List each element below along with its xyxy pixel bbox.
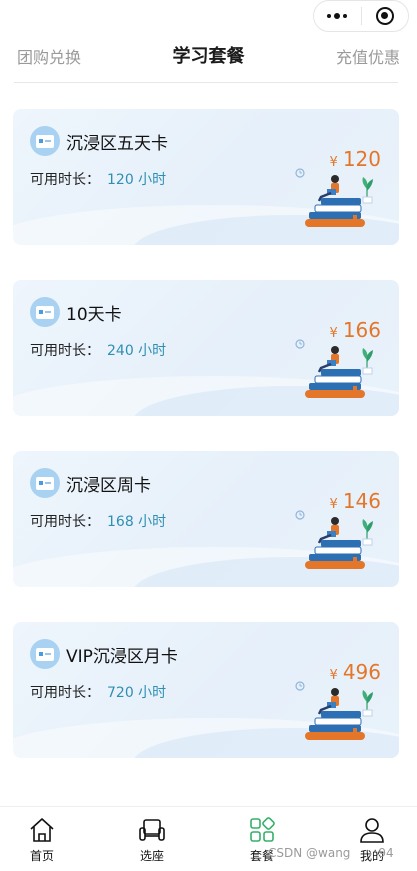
watermark-text: CSDN @wang bbox=[268, 846, 351, 860]
card-icon bbox=[30, 126, 60, 156]
close-miniprogram-button[interactable] bbox=[362, 1, 409, 31]
student-reading-illustration bbox=[295, 510, 373, 569]
duration-value: 240 小时 bbox=[107, 343, 167, 359]
home-icon bbox=[30, 818, 54, 842]
package-card[interactable]: VIP沉浸区月卡 可用时长： 720 小时 ¥ 496 bbox=[13, 622, 399, 758]
tab-seat[interactable]: 选座 bbox=[112, 815, 192, 864]
student-reading-illustration bbox=[295, 681, 373, 740]
header-divider bbox=[14, 82, 398, 83]
package-card[interactable]: 10天卡 可用时长： 240 小时 ¥ 166 bbox=[13, 280, 399, 416]
tab-recharge-offers[interactable]: 充值优惠 bbox=[336, 44, 400, 68]
package-name: VIP沉浸区月卡 bbox=[66, 647, 178, 667]
student-reading-illustration bbox=[295, 168, 373, 227]
duration-value: 168 小时 bbox=[107, 514, 167, 530]
student-reading-illustration bbox=[295, 339, 373, 398]
package-card[interactable]: 沉浸区周卡 可用时长： 168 小时 ¥ 146 bbox=[13, 451, 399, 587]
more-dots-icon bbox=[327, 13, 348, 19]
duration-label: 可用时长： bbox=[30, 685, 100, 701]
miniprogram-capsule bbox=[313, 0, 409, 32]
package-icon bbox=[250, 817, 275, 842]
card-icon bbox=[30, 468, 60, 498]
duration-label: 可用时长： bbox=[30, 343, 100, 359]
seat-icon bbox=[139, 819, 165, 841]
watermark: CSDN @wang 94 bbox=[268, 846, 394, 860]
card-icon bbox=[30, 639, 60, 669]
tab-label: 选座 bbox=[139, 849, 164, 863]
duration-label: 可用时长： bbox=[30, 172, 100, 188]
watermark-suffix: 94 bbox=[378, 846, 394, 860]
duration-value: 120 小时 bbox=[107, 172, 167, 188]
header-tabs: 团购兑换 学习套餐 充值优惠 bbox=[0, 38, 417, 72]
tab-label: 首页 bbox=[29, 849, 54, 863]
bottom-tabbar: 首页 选座 套餐 我的 bbox=[0, 806, 417, 871]
more-menu-button[interactable] bbox=[314, 1, 361, 31]
package-name: 沉浸区五天卡 bbox=[66, 134, 168, 154]
target-circle-icon bbox=[375, 7, 394, 25]
package-name: 沉浸区周卡 bbox=[66, 476, 151, 496]
duration-value: 720 小时 bbox=[107, 685, 167, 701]
package-card[interactable]: 沉浸区五天卡 可用时长： 120 小时 ¥ 120 bbox=[13, 109, 399, 245]
card-icon bbox=[30, 297, 60, 327]
duration-label: 可用时长： bbox=[30, 514, 100, 530]
package-name: 10天卡 bbox=[66, 305, 122, 325]
tab-home[interactable]: 首页 bbox=[2, 815, 82, 864]
user-icon bbox=[360, 818, 384, 843]
